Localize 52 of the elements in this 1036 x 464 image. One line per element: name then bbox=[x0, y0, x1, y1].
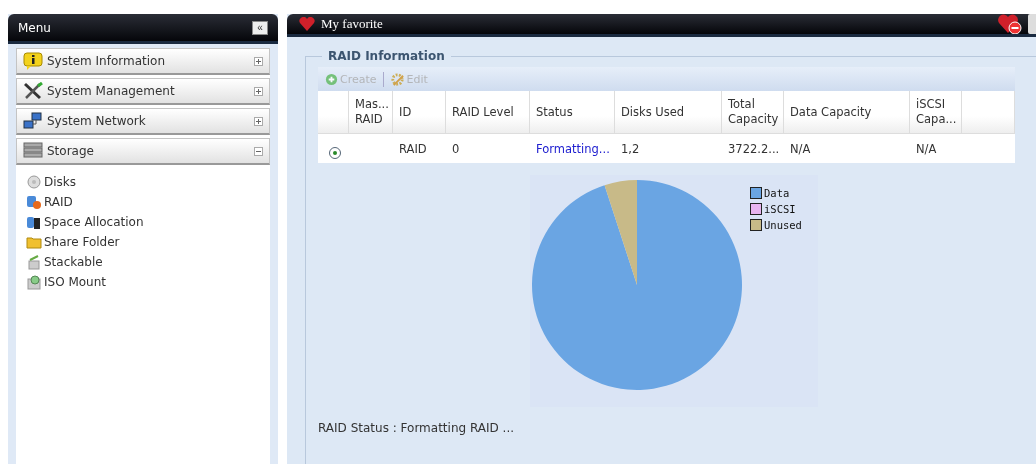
menu-section[interactable]: System Management bbox=[16, 78, 270, 105]
info-icon bbox=[23, 52, 43, 70]
legend-label: iSCSI bbox=[764, 203, 796, 215]
status-text: RAID Status : Formatting RAID ... bbox=[318, 421, 516, 435]
network-icon bbox=[23, 112, 43, 130]
table-row[interactable]: RAID 0 Formatting... 1,2 3722.2... N/A N/A bbox=[318, 134, 1015, 163]
status-link[interactable]: Formatting... bbox=[530, 141, 615, 156]
table-cell-text: 3722.2... bbox=[727, 141, 781, 156]
tree-item[interactable]: RAID bbox=[26, 192, 270, 212]
column-header: iSCSI Capa... bbox=[910, 91, 962, 133]
tree-item[interactable]: ISO Mount bbox=[26, 272, 270, 292]
menu-title: Menu bbox=[18, 20, 52, 35]
menu-section[interactable]: System Information bbox=[16, 48, 270, 75]
expand-icon bbox=[254, 86, 263, 96]
tree-item[interactable]: Space Allocation bbox=[26, 212, 270, 232]
menu-section[interactable]: System Network bbox=[16, 108, 270, 135]
column-header: Mas... RAID bbox=[349, 91, 393, 133]
column-header: Total Capacity bbox=[722, 91, 784, 133]
tree-item[interactable]: Stackable bbox=[26, 252, 270, 272]
column-header: ID bbox=[393, 91, 446, 133]
table-cell-text: 0 bbox=[451, 141, 461, 156]
database-icon bbox=[26, 214, 42, 230]
legend-label: Unused bbox=[764, 219, 802, 231]
server-icon bbox=[23, 142, 43, 160]
column-header: Data Capacity bbox=[784, 91, 910, 133]
table-cell-text: RAID bbox=[398, 141, 428, 156]
legend-label: Data bbox=[764, 187, 790, 199]
disk-icon bbox=[26, 174, 42, 190]
gear-icon bbox=[389, 71, 405, 87]
panel-title: RAID Information bbox=[327, 49, 446, 63]
disc-icon bbox=[26, 274, 42, 290]
table-cell-text: N/A bbox=[915, 141, 938, 156]
column-header: Disks Used bbox=[615, 91, 722, 133]
content-title: My favorite bbox=[321, 16, 383, 32]
heart-icon bbox=[299, 17, 315, 31]
database-icon bbox=[26, 194, 42, 210]
stack-icon bbox=[26, 254, 42, 270]
heart-remove-icon[interactable] bbox=[998, 14, 1022, 34]
table-cell-text: N/A bbox=[789, 141, 812, 156]
folder-icon bbox=[26, 234, 42, 250]
expand-icon bbox=[254, 116, 263, 126]
collapse-icon bbox=[254, 146, 263, 156]
plus-icon bbox=[325, 72, 338, 86]
tree-item[interactable]: Share Folder bbox=[26, 232, 270, 252]
tree-item[interactable]: Disks bbox=[26, 172, 270, 192]
menu-section[interactable]: Storage bbox=[16, 138, 270, 165]
collapse-button[interactable]: « bbox=[252, 20, 268, 35]
expand-icon bbox=[254, 56, 263, 66]
table-cell-text: 1,2 bbox=[620, 141, 641, 156]
tools-icon bbox=[23, 82, 43, 100]
column-header: Status bbox=[530, 91, 615, 133]
column-header: RAID Level bbox=[446, 91, 530, 133]
